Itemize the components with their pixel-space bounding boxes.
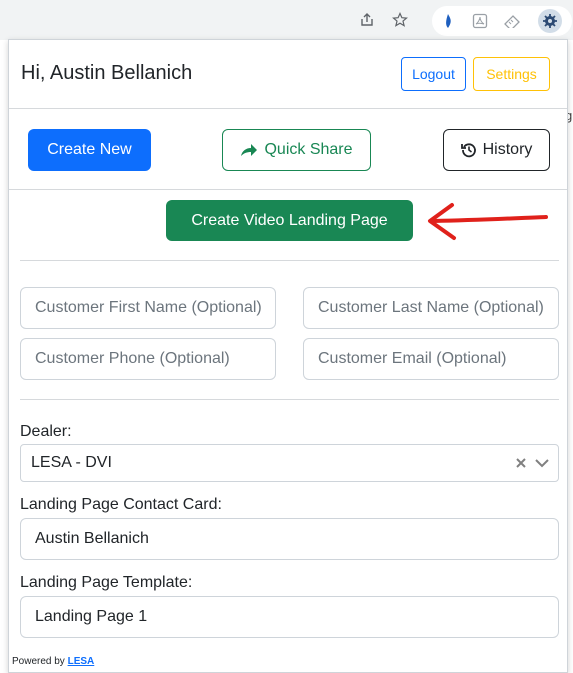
- extensions-group: [432, 6, 572, 36]
- contact-card-select[interactable]: Austin Bellanich: [20, 518, 559, 560]
- customer-last-name-input[interactable]: [303, 287, 559, 329]
- header-divider: [9, 108, 567, 109]
- share-icon[interactable]: [355, 8, 379, 32]
- history-label: History: [482, 141, 533, 158]
- create-new-button[interactable]: Create New: [28, 129, 151, 171]
- powered-by-footer: Powered by LESA: [12, 656, 94, 667]
- customer-first-name-input[interactable]: [20, 287, 276, 329]
- logout-button[interactable]: Logout: [401, 57, 466, 91]
- history-button[interactable]: History: [443, 129, 550, 171]
- customer-phone-input[interactable]: [20, 338, 276, 380]
- template-label: Landing Page Template:: [20, 574, 193, 591]
- lesa-link[interactable]: LESA: [68, 656, 95, 667]
- quick-share-button[interactable]: Quick Share: [222, 129, 371, 171]
- quick-share-label: Quick Share: [264, 141, 353, 158]
- dealer-selected-value: LESA - DVI: [31, 454, 112, 471]
- clear-icon[interactable]: [513, 454, 529, 472]
- customer-email-input[interactable]: [303, 338, 559, 380]
- powered-by-text: Powered by: [12, 656, 68, 667]
- chevron-down-icon[interactable]: [533, 454, 551, 472]
- greeting-text: Hi, Austin Bellanich: [21, 62, 193, 84]
- template-value: Landing Page 1: [35, 608, 148, 625]
- contact-card-label: Landing Page Contact Card:: [20, 496, 222, 513]
- dealer-select[interactable]: LESA - DVI: [20, 444, 559, 482]
- share-arrow-icon: [241, 144, 258, 156]
- gear-extension-icon[interactable]: [538, 9, 562, 33]
- form-divider-top: [20, 260, 559, 261]
- browser-toolbar: [0, 0, 573, 40]
- annotation-arrow-icon: [428, 203, 548, 240]
- pdf-icon[interactable]: [470, 11, 490, 31]
- history-icon: [460, 143, 476, 158]
- extension-blue-icon[interactable]: [438, 11, 458, 31]
- star-icon[interactable]: [388, 8, 412, 32]
- dealer-label: Dealer:: [20, 423, 72, 440]
- settings-button[interactable]: Settings: [473, 57, 550, 91]
- template-select[interactable]: Landing Page 1: [20, 596, 559, 638]
- contact-card-value: Austin Bellanich: [35, 530, 149, 547]
- ruler-icon[interactable]: [502, 11, 522, 31]
- form-divider-bottom: [20, 399, 559, 400]
- actions-divider: [9, 189, 567, 190]
- create-video-landing-page-button[interactable]: Create Video Landing Page: [166, 200, 413, 241]
